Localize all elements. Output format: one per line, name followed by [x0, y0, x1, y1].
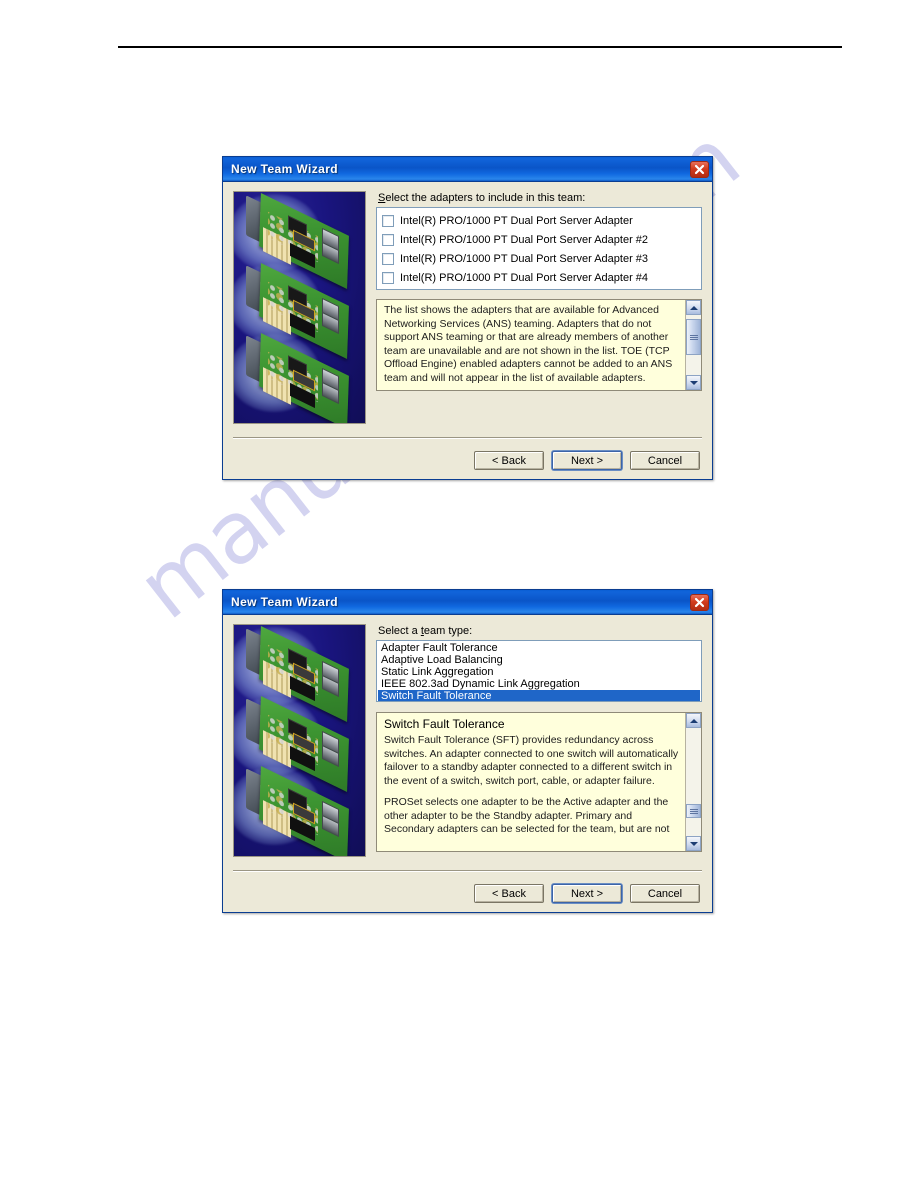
button-row: < Back Next > Cancel	[233, 451, 702, 470]
list-item[interactable]: Intel(R) PRO/1000 PT Dual Port Server Ad…	[379, 249, 699, 268]
wizard-artwork-image	[233, 624, 366, 857]
dialog-footer: < Back Next > Cancel	[233, 437, 702, 470]
right-pane: Select a team type: Adapter Fault Tolera…	[376, 624, 702, 857]
info-paragraph: PROSet selects one adapter to be the Act…	[384, 796, 670, 835]
adapter-label: Intel(R) PRO/1000 PT Dual Port Server Ad…	[400, 233, 649, 246]
adapter-checkbox[interactable]	[382, 214, 394, 227]
team-type-label-rest: eam type:	[423, 625, 473, 637]
list-item[interactable]: Intel(R) PRO/1000 PT Dual Port Server Ad…	[379, 211, 699, 230]
dialog-body: Select the adapters to include in this t…	[223, 182, 712, 479]
content-row: Select a team type: Adapter Fault Tolera…	[233, 624, 702, 857]
dialog-title: New Team Wizard	[231, 162, 339, 176]
footer-separator	[233, 870, 702, 872]
dialog-title: New Team Wizard	[231, 595, 339, 609]
team-type-listbox[interactable]: Adapter Fault Tolerance Adaptive Load Ba…	[376, 640, 702, 702]
cancel-button[interactable]: Cancel	[630, 451, 700, 470]
list-item[interactable]: Adaptive Load Balancing	[378, 654, 700, 666]
adapter-label: Intel(R) PRO/1000 PT Dual Port Server Ad…	[400, 252, 649, 265]
info-text: Switch Fault Tolerance Switch Fault Tole…	[377, 713, 685, 851]
list-item[interactable]: IEEE 802.3ad Dynamic Link Aggregation	[378, 678, 700, 690]
list-item-selected[interactable]: Switch Fault Tolerance	[378, 690, 700, 701]
scroll-up-icon[interactable]	[686, 300, 701, 315]
right-pane: Select the adapters to include in this t…	[376, 191, 702, 424]
close-icon[interactable]	[690, 593, 709, 611]
scroll-down-icon[interactable]	[686, 836, 701, 851]
adapters-list-label: Select the adapters to include in this t…	[378, 192, 702, 204]
adapter-checkbox[interactable]	[382, 271, 394, 284]
wizard-artwork-image	[233, 191, 366, 424]
scroll-down-icon[interactable]	[686, 375, 701, 390]
close-icon[interactable]	[690, 160, 709, 178]
next-button[interactable]: Next >	[552, 451, 622, 470]
list-item[interactable]: Adapter Fault Tolerance	[378, 642, 700, 654]
info-paragraph: The list shows the adapters that are ava…	[384, 304, 673, 384]
info-scrollbar[interactable]	[685, 713, 701, 851]
scrollbar-track[interactable]	[686, 315, 701, 375]
team-type-label-prefix: Select a	[378, 625, 421, 637]
info-panel: Switch Fault Tolerance Switch Fault Tole…	[376, 712, 702, 852]
next-button[interactable]: Next >	[552, 884, 622, 903]
new-team-wizard-dialog-teamtype: New Team Wizard Select a team type: Adap…	[222, 589, 713, 913]
info-text: The list shows the adapters that are ava…	[377, 300, 685, 390]
nic-card-icon	[234, 332, 356, 423]
content-row: Select the adapters to include in this t…	[233, 191, 702, 424]
dialog-body: Select a team type: Adapter Fault Tolera…	[223, 615, 712, 912]
list-item[interactable]: Intel(R) PRO/1000 PT Dual Port Server Ad…	[379, 230, 699, 249]
scrollbar-thumb[interactable]	[686, 804, 701, 818]
nic-card-icon	[234, 765, 356, 856]
dialog-footer: < Back Next > Cancel	[233, 870, 702, 903]
scrollbar-track[interactable]	[686, 728, 701, 836]
footer-separator	[233, 437, 702, 439]
adapter-checkbox[interactable]	[382, 252, 394, 265]
info-panel: The list shows the adapters that are ava…	[376, 299, 702, 391]
adapter-label: Intel(R) PRO/1000 PT Dual Port Server Ad…	[400, 214, 633, 227]
adapter-label: Intel(R) PRO/1000 PT Dual Port Server Ad…	[400, 271, 649, 284]
new-team-wizard-dialog-adapters: New Team Wizard Select the adapters to i…	[222, 156, 713, 480]
dialog-titlebar[interactable]: New Team Wizard	[223, 157, 712, 182]
info-scrollbar[interactable]	[685, 300, 701, 390]
adapters-label-rest: elect the adapters to include in this te…	[385, 192, 586, 204]
scroll-up-icon[interactable]	[686, 713, 701, 728]
info-title: Switch Fault Tolerance	[384, 717, 505, 731]
cancel-button[interactable]: Cancel	[630, 884, 700, 903]
back-button[interactable]: < Back	[474, 451, 544, 470]
scrollbar-thumb[interactable]	[686, 319, 701, 355]
adapter-checkbox-list[interactable]: Intel(R) PRO/1000 PT Dual Port Server Ad…	[376, 207, 702, 290]
info-paragraph: Switch Fault Tolerance (SFT) provides re…	[384, 734, 679, 787]
dialog-titlebar[interactable]: New Team Wizard	[223, 590, 712, 615]
back-button[interactable]: < Back	[474, 884, 544, 903]
button-row: < Back Next > Cancel	[233, 884, 702, 903]
adapter-checkbox[interactable]	[382, 233, 394, 246]
list-item[interactable]: Static Link Aggregation	[378, 666, 700, 678]
team-type-label: Select a team type:	[378, 625, 702, 637]
page-header-rule	[118, 46, 842, 48]
list-item[interactable]: Intel(R) PRO/1000 PT Dual Port Server Ad…	[379, 268, 699, 287]
